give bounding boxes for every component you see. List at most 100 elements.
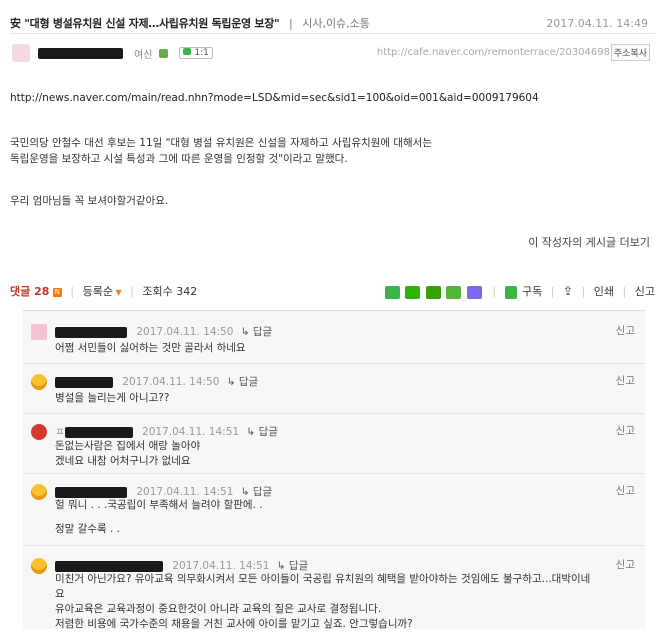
chevron-down-icon: ▼ xyxy=(112,288,122,297)
commenter-name-redacted[interactable] xyxy=(55,326,127,338)
commenter-name-redacted[interactable] xyxy=(64,426,133,438)
comment-text: 어쩜 서민들이 싫어하는 것만 골라서 하네요 xyxy=(55,341,635,356)
more-posts-link[interactable]: 이 작성자의 게시글 더보기 xyxy=(528,234,650,250)
comment-list: 2017.04.11. 14:50 ↳ 답글 신고 어쩜 서민들이 싫어하는 것… xyxy=(23,310,645,632)
chat-label: 1:1 xyxy=(194,48,209,58)
paragraph-2: 우리 엄마님들 꼭 보셔야할거같아요. xyxy=(10,195,169,207)
reply-label: 답글 xyxy=(252,326,273,338)
commenter-name-prefix: ㅍ xyxy=(55,426,65,438)
view-count: 조회수 342 xyxy=(142,285,198,298)
comment-divider xyxy=(23,413,645,414)
comment-item: ㅍ 2017.04.11. 14:51 ↳ 답글 신고 돈없는사람은 집에서 애… xyxy=(23,421,645,476)
commenter-name-redacted[interactable] xyxy=(55,376,113,388)
comment-item: 2017.04.11. 14:51 ↳ 답글 신고 헐 뭐니 . . .국공립이… xyxy=(23,481,645,546)
share-tools: | 구독 | ⇪ | 인쇄 | 신고 xyxy=(384,283,655,299)
reply-button[interactable]: ↳ 답글 xyxy=(246,426,277,438)
paragraph-1-line-2: 독립운영을 보장하고 시설 특성과 그에 따른 운영을 인정할 것"이라고 말했… xyxy=(10,153,348,165)
commenter-avatar[interactable] xyxy=(31,558,47,574)
separator: | xyxy=(550,285,555,298)
comment-item: 2017.04.11. 14:51 ↳ 답글 신고 미친거 아닌가요? 유아교육… xyxy=(23,555,645,632)
separator: | xyxy=(70,285,75,298)
separator: | xyxy=(622,285,627,298)
comment-date: 2017.04.11. 14:50 xyxy=(136,326,234,338)
comment-toolbar: 댓글 28 N | 등록순 ▼ | 조회수 342 | 구독 | ⇪ | 인쇄 … xyxy=(10,283,655,301)
commenter-avatar[interactable] xyxy=(31,484,47,500)
comment-text: 헐 뭐니 . . .국공립이 부족해서 늘려야 할판에. . 정말 갈수록 . … xyxy=(55,498,635,537)
comment-text: 미친거 아닌가요? 유아교육 의무화시켜서 모든 아이들이 국공립 유치원의 혜… xyxy=(55,572,635,632)
comment-text: 돈없는사람은 집에서 애랑 놀아야 겠네요 내참 어처구니가 없네요 xyxy=(55,439,635,469)
reply-label: 답글 xyxy=(238,376,259,388)
post-category[interactable]: 시사,이슈,소통 xyxy=(302,17,370,30)
subscribe-button[interactable]: 구독 xyxy=(522,285,542,298)
comment-divider xyxy=(23,545,645,546)
post-url[interactable]: http://cafe.naver.com/remonterrace/20304… xyxy=(377,47,610,58)
category-separator: | xyxy=(288,17,293,30)
comment-line: 저렴한 비용에 국가수준의 채용을 거친 교사에 아이를 맡기고 싶죠. 안그렇… xyxy=(55,618,413,630)
comment-date: 2017.04.11. 14:51 xyxy=(172,560,270,572)
comment-report-button[interactable]: 신고 xyxy=(616,423,635,438)
sort-dropdown[interactable]: 등록순 ▼ xyxy=(83,285,122,298)
copy-url-button[interactable]: 주소복사 xyxy=(610,44,650,61)
comment-count[interactable]: 댓글 28 xyxy=(10,285,49,298)
comment-report-button[interactable]: 신고 xyxy=(616,323,635,338)
post-title: 安 "대형 병설유치원 신설 자제…사립유치원 독립운영 보장" xyxy=(10,17,280,30)
comment-date: 2017.04.11. 14:50 xyxy=(122,376,220,388)
reply-label: 답글 xyxy=(288,560,309,572)
comment-report-button[interactable]: 신고 xyxy=(616,483,635,498)
reply-label: 답글 xyxy=(252,486,273,498)
comment-report-button[interactable]: 신고 xyxy=(616,373,635,388)
star-share-icon[interactable] xyxy=(425,285,441,299)
comment-line: 유아교육은 교육과정이 중요한것이 아니라 교육의 질은 교사로 결정됩니다. xyxy=(55,603,382,615)
commenter-avatar[interactable] xyxy=(31,374,47,390)
comment-line: 미친거 아닌가요? 유아교육 의무화시켜서 모든 아이들이 국공립 유치원의 혜… xyxy=(55,573,591,585)
comment-line: 어쩜 서민들이 싫어하는 것만 골라서 하네요 xyxy=(55,342,246,354)
chat-icon xyxy=(183,48,192,55)
comment-item: 2017.04.11. 14:50 ↳ 답글 신고 병설을 늘리는게 아니고?? xyxy=(23,371,645,416)
separator: | xyxy=(581,285,586,298)
separator: | xyxy=(130,285,134,298)
reply-button[interactable]: ↳ 답글 xyxy=(227,376,258,388)
comment-date: 2017.04.11. 14:51 xyxy=(136,486,234,498)
comment-item: 2017.04.11. 14:50 ↳ 답글 신고 어쩜 서민들이 싫어하는 것… xyxy=(23,321,645,366)
rss-icon[interactable] xyxy=(504,285,517,299)
comment-divider xyxy=(23,473,645,474)
band-share-icon[interactable] xyxy=(384,285,400,299)
commenter-name-redacted[interactable] xyxy=(55,560,163,572)
comment-line: 겠네요 내참 어처구니가 없네요 xyxy=(55,455,191,467)
commenter-avatar[interactable] xyxy=(31,324,47,340)
comment-line: 요 xyxy=(55,588,65,600)
post-date: 2017.04.11. 14:49 xyxy=(546,17,648,30)
paragraph-1-line-1: 국민의당 안철수 대선 후보는 11일 "대형 병설 유치원은 신설을 자제하고… xyxy=(10,137,432,149)
comment-date: 2017.04.11. 14:51 xyxy=(142,426,240,438)
author-name-redacted[interactable] xyxy=(37,47,123,59)
calendar-share-icon[interactable] xyxy=(466,285,482,299)
reply-button[interactable]: ↳ 답글 xyxy=(277,560,308,572)
comment-line: 헐 뭐니 . . .국공립이 부족해서 늘려야 할판에. . xyxy=(55,499,263,511)
reply-button[interactable]: ↳ 답글 xyxy=(241,486,272,498)
author-grade: 여신 xyxy=(134,49,153,61)
separator: | xyxy=(492,285,497,298)
comment-text: 병설을 늘리는게 아니고?? xyxy=(55,391,635,406)
comment-report-button[interactable]: 신고 xyxy=(616,557,635,572)
report-post-button[interactable]: 신고 xyxy=(635,285,655,298)
blog-share-icon[interactable] xyxy=(405,285,421,299)
reply-button[interactable]: ↳ 답글 xyxy=(241,326,272,338)
reply-label: 답글 xyxy=(258,426,278,438)
memo-share-icon[interactable] xyxy=(446,285,462,299)
comment-line: 병설을 늘리는게 아니고?? xyxy=(55,392,170,404)
new-badge: N xyxy=(52,287,62,297)
author-avatar[interactable] xyxy=(12,44,30,62)
title-divider xyxy=(10,33,655,34)
chat-button[interactable]: 1:1 xyxy=(179,47,213,59)
print-button[interactable]: 인쇄 xyxy=(594,285,614,298)
comment-line: 돈없는사람은 집에서 애랑 놀아야 xyxy=(55,440,201,452)
grade-icon xyxy=(158,48,168,58)
commenter-name-redacted[interactable] xyxy=(55,486,127,498)
comment-divider xyxy=(23,363,645,364)
comment-line: 정말 갈수록 . . xyxy=(55,523,120,535)
share-icon[interactable]: ⇪ xyxy=(563,284,573,298)
sort-label: 등록순 xyxy=(82,285,113,298)
commenter-avatar[interactable] xyxy=(31,424,47,440)
news-link[interactable]: http://news.naver.com/main/read.nhn?mode… xyxy=(10,92,539,104)
comment-blank-line xyxy=(55,513,635,522)
